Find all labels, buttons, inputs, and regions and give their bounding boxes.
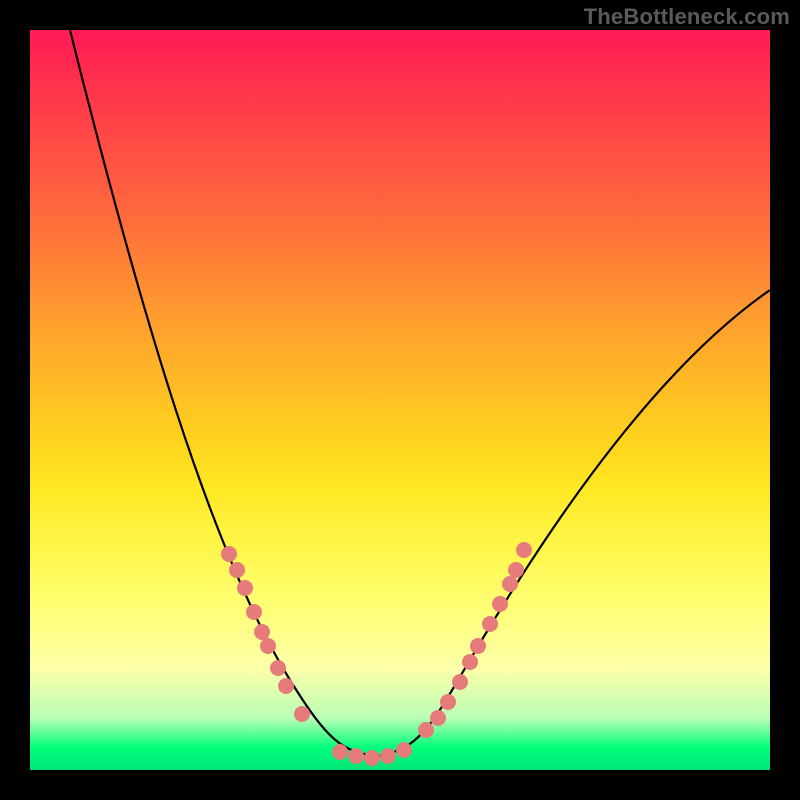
marker-group-left — [221, 546, 310, 722]
marker-dot — [516, 542, 532, 558]
marker-group-right — [418, 542, 532, 738]
marker-dot — [508, 562, 524, 578]
marker-dot — [294, 706, 310, 722]
marker-dot — [260, 638, 276, 654]
marker-dot — [440, 694, 456, 710]
marker-dot — [502, 576, 518, 592]
marker-dot — [254, 624, 270, 640]
marker-dot — [470, 638, 486, 654]
marker-dot — [452, 674, 468, 690]
marker-dot — [237, 580, 253, 596]
marker-dot — [462, 654, 478, 670]
marker-dot — [270, 660, 286, 676]
marker-dot — [246, 604, 262, 620]
marker-dot — [348, 748, 364, 764]
marker-dot — [229, 562, 245, 578]
marker-dot — [380, 748, 396, 764]
marker-group-bottom — [332, 742, 412, 766]
marker-dot — [492, 596, 508, 612]
watermark-text: TheBottleneck.com — [584, 4, 790, 30]
marker-dot — [364, 750, 380, 766]
marker-dot — [396, 742, 412, 758]
marker-dot — [278, 678, 294, 694]
chart-frame: TheBottleneck.com — [0, 0, 800, 800]
plot-area — [30, 30, 770, 770]
marker-dot — [482, 616, 498, 632]
marker-dot — [430, 710, 446, 726]
marker-dot — [332, 744, 348, 760]
marker-dot — [221, 546, 237, 562]
marker-dot — [418, 722, 434, 738]
bottleneck-curve — [70, 30, 770, 756]
chart-svg — [30, 30, 770, 770]
